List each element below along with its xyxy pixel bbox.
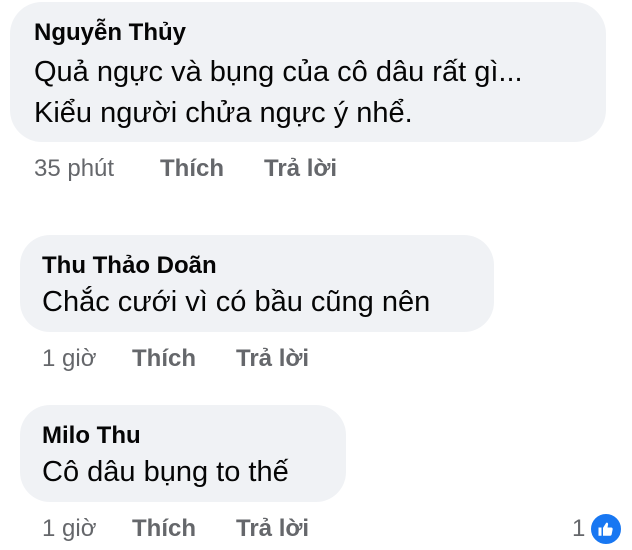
comment-text-line: Chắc cưới vì có bầu cũng nên	[42, 286, 431, 318]
comment-actions: 1 giờ Thích Trả lời	[42, 515, 442, 545]
reply-button[interactable]: Trả lời	[236, 515, 309, 543]
comment-actions: 35 phút Thích Trả lời	[34, 155, 434, 185]
like-button[interactable]: Thích	[160, 155, 224, 183]
comment-timestamp[interactable]: 35 phút	[34, 155, 114, 183]
reaction-count: 1	[572, 515, 586, 542]
comment-text-line: Kiểu người chửa ngực ý nhể.	[34, 97, 413, 129]
comment-text-line: Quả ngực và bụng của cô dâu rất gì...	[34, 56, 523, 88]
like-button[interactable]: Thích	[132, 515, 196, 543]
like-button[interactable]: Thích	[132, 345, 196, 373]
reply-button[interactable]: Trả lời	[264, 155, 337, 183]
reaction-summary[interactable]: 1	[572, 512, 624, 546]
thumbs-up-icon	[589, 512, 624, 546]
comment-timestamp[interactable]: 1 giờ	[42, 515, 96, 543]
comment-actions: 1 giờ Thích Trả lời	[42, 345, 442, 375]
comment-text-line: Cô dâu bụng to thế	[42, 456, 289, 488]
reply-button[interactable]: Trả lời	[236, 345, 309, 373]
comment-author[interactable]: Nguyễn Thủy	[34, 19, 186, 47]
comment-timestamp[interactable]: 1 giờ	[42, 345, 96, 373]
thumbs-up-glyph	[598, 522, 614, 536]
comment-author[interactable]: Milo Thu	[42, 422, 141, 450]
comment-author[interactable]: Thu Thảo Doãn	[42, 252, 217, 280]
